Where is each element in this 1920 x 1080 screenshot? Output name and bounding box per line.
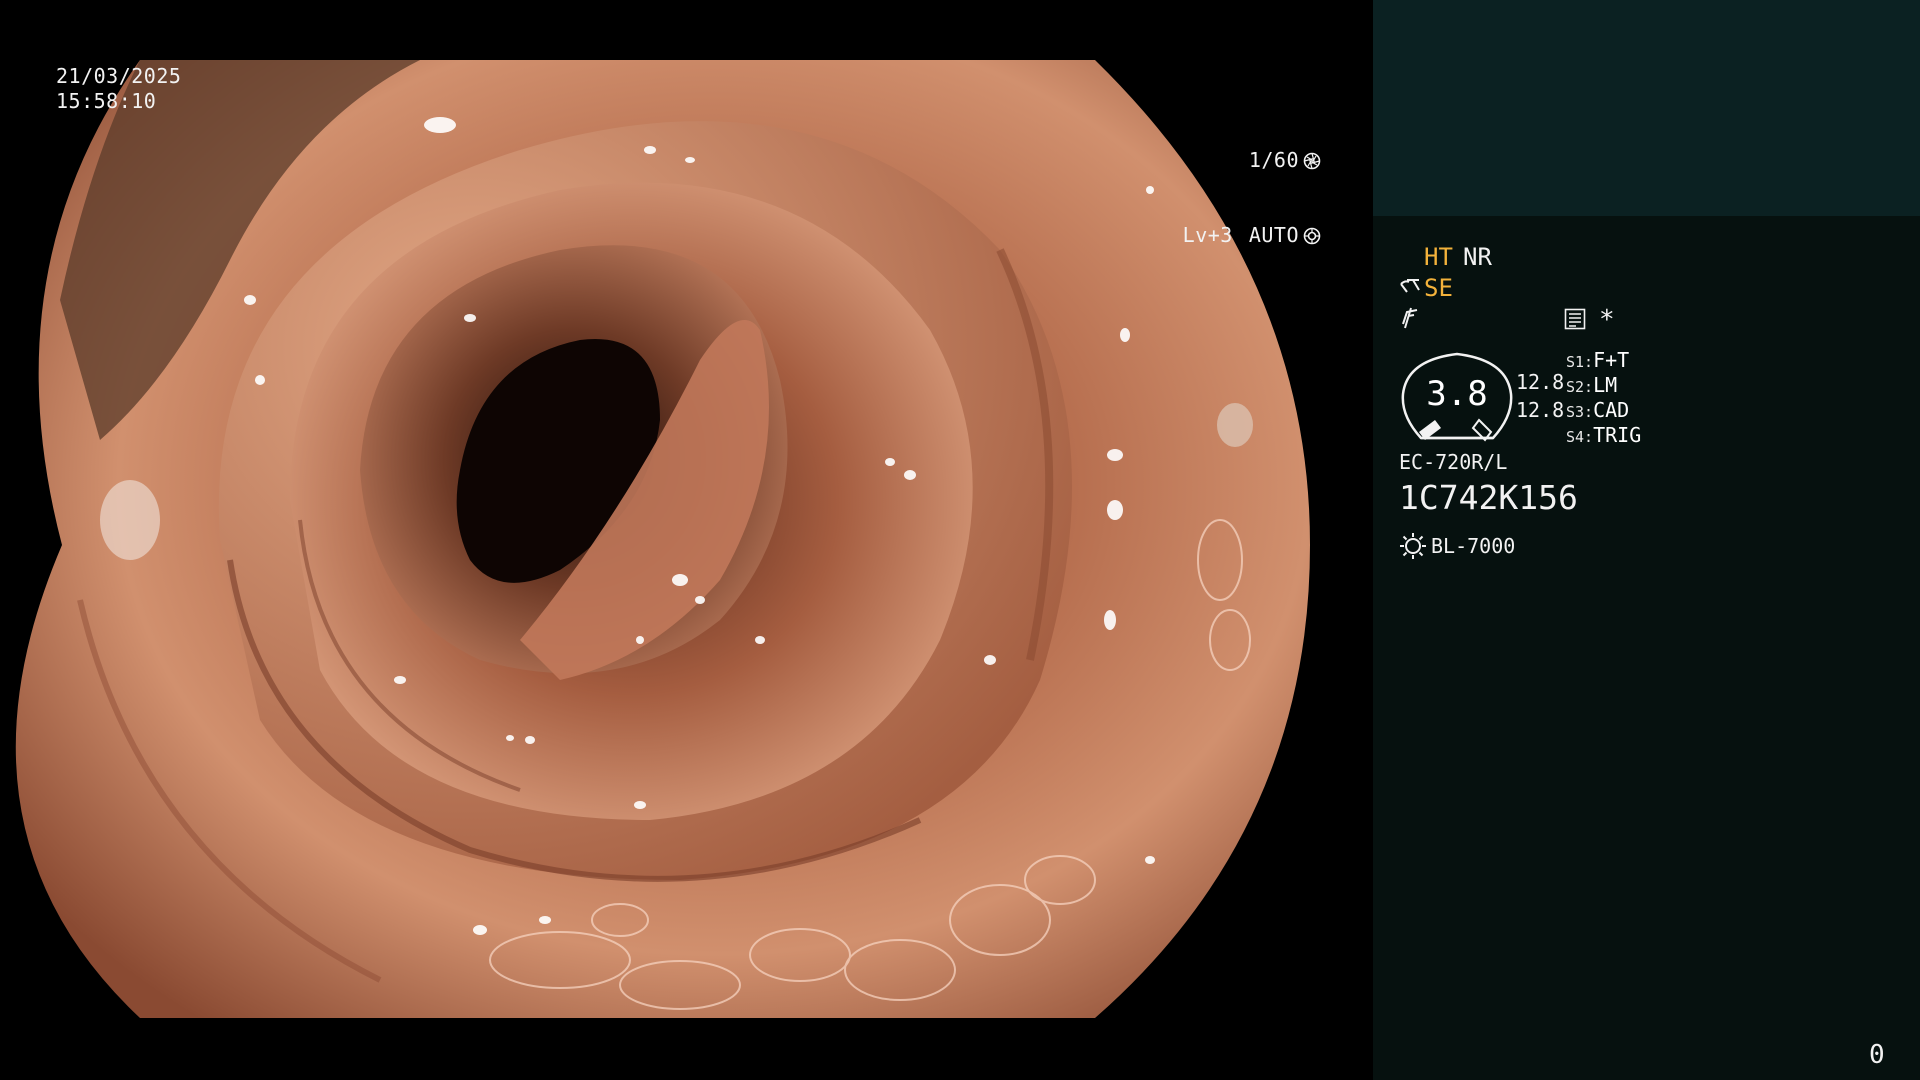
time-label: 15:58:10 bbox=[56, 89, 157, 113]
reading-b: 12.8 bbox=[1516, 398, 1565, 422]
switch-key: S1: bbox=[1566, 353, 1594, 371]
switch-s3: S3:CAD bbox=[1566, 398, 1629, 424]
colon-lumen-image bbox=[15, 60, 1311, 1018]
light-source-model: BL-7000 bbox=[1431, 534, 1516, 558]
switch-key: S3: bbox=[1566, 403, 1594, 421]
scope-model: EC-720R/L bbox=[1399, 450, 1508, 474]
shutter-speed: 1/60 bbox=[1248, 148, 1299, 172]
aperture-icon bbox=[1303, 152, 1321, 169]
switch-key: S4: bbox=[1566, 428, 1594, 446]
exposure-readout: 1/60 Lv+3 AUTO bbox=[1183, 98, 1321, 298]
switch-s4: S4:TRIG bbox=[1566, 423, 1641, 449]
endoscopy-monitor: 21/03/2025 15:58:10 1/60 Lv+3 AUTO HT NR… bbox=[0, 0, 1920, 1080]
reading-a: 12.8 bbox=[1516, 370, 1565, 394]
scope-serial-number: 1C742K156 bbox=[1399, 478, 1578, 517]
switch-value: LM bbox=[1593, 373, 1618, 397]
settings-list-icon bbox=[1564, 308, 1586, 330]
switch-value: TRIG bbox=[1593, 423, 1642, 447]
switch-s1: S1:F+T bbox=[1566, 348, 1629, 374]
gauge-value: 3.8 bbox=[1426, 374, 1488, 414]
info-panel: HT NR SE * 3.8 12.8 12.8 S1:F+T S2:LM S3… bbox=[1373, 0, 1920, 1080]
filter-icon bbox=[1402, 307, 1418, 329]
switch-key: S2: bbox=[1566, 378, 1594, 396]
nr-indicator: NR bbox=[1463, 243, 1492, 271]
timestamp: 21/03/2025 15:58:10 bbox=[56, 64, 181, 114]
asterisk-indicator: * bbox=[1599, 305, 1615, 335]
endoscope-view: 21/03/2025 15:58:10 1/60 Lv+3 AUTO bbox=[0, 0, 1373, 1080]
switch-s2: S2:LM bbox=[1566, 373, 1617, 399]
scope-tip-icon bbox=[1400, 279, 1420, 293]
switch-value: CAD bbox=[1593, 398, 1630, 422]
light-source-icon bbox=[1400, 533, 1426, 559]
switch-value: F+T bbox=[1593, 348, 1630, 372]
se-indicator: SE bbox=[1424, 274, 1453, 302]
panel-header-area bbox=[1373, 0, 1920, 216]
iris-mode: AUTO bbox=[1248, 223, 1299, 247]
image-counter: 0 bbox=[1869, 1040, 1885, 1070]
iris-icon bbox=[1303, 227, 1321, 244]
brightness-level: Lv+3 bbox=[1182, 223, 1233, 247]
date-label: 21/03/2025 bbox=[56, 64, 182, 88]
ht-indicator: HT bbox=[1424, 243, 1453, 271]
